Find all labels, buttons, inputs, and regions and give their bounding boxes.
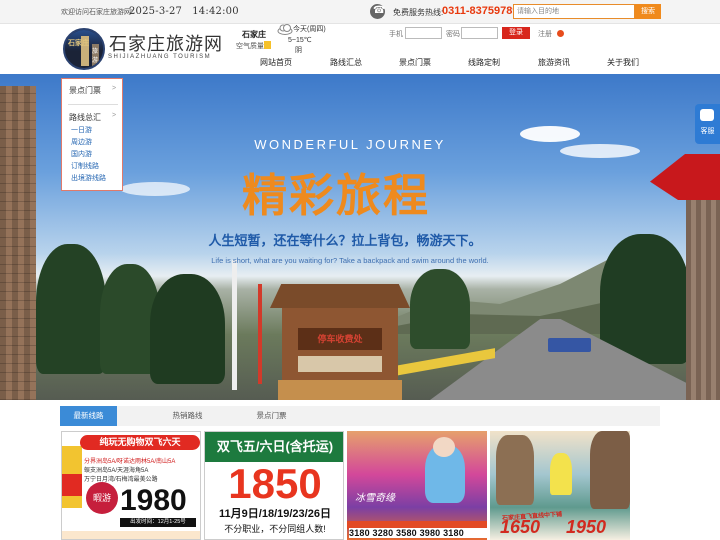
nav-custom[interactable]: 线路定制 (468, 57, 500, 68)
traveler-image (550, 453, 572, 495)
welcome-text: 欢迎访问石家庄旅游网! (61, 9, 133, 16)
site-subtitle: SHIJIAZHUANG TOURISM (108, 54, 212, 60)
phone-label: 手机 (389, 31, 403, 38)
nav-news[interactable]: 旅游资讯 (538, 57, 570, 68)
booth-sign: 停车收费处 (298, 328, 382, 350)
phone-input[interactable] (405, 27, 442, 39)
content-tabs: 最新线路 热销路线 景点门票 (60, 406, 660, 426)
hotline-label: 免费服务热线: (393, 8, 444, 17)
dropdown-link-day-trip[interactable]: 一日游 (71, 125, 92, 135)
date-time: 2025-3-27 14:42:00 (129, 6, 239, 17)
hotline-number: 0311-83759789 (442, 5, 519, 17)
weather-day: 今天(周四) (293, 26, 326, 33)
logo-text-1: 石家庄 (68, 40, 89, 47)
air-quality-label: 空气质量: (236, 43, 266, 50)
dropdown-link-nearby[interactable]: 周边游 (71, 137, 92, 147)
weather-city: 石家庄 (242, 30, 266, 39)
password-input[interactable] (461, 27, 498, 39)
card-title: 冰雪奇缘 (355, 493, 395, 504)
banner-slogan-english: Life is short, what are you waiting for?… (211, 256, 489, 265)
site-name[interactable]: 石家庄旅游网 (109, 30, 223, 56)
cloud-icon (277, 24, 293, 35)
login-button[interactable]: 登录 (502, 27, 530, 39)
register-link[interactable]: 注册 (538, 29, 552, 39)
toll-booth: 停车收费处 (270, 284, 410, 400)
dropdown-link-custom[interactable]: 订制线路 (71, 161, 99, 171)
card-price: 1950 (566, 517, 607, 537)
card-line: 蜈支洲岛5A/天涯海角5A (84, 468, 149, 474)
customer-service-label: 客服 (700, 128, 715, 135)
nav-about[interactable]: 关于我们 (607, 57, 639, 68)
tab-latest[interactable]: 最新线路 (60, 406, 117, 426)
nav-tickets[interactable]: 景点门票 (399, 57, 431, 68)
top-bar: 欢迎访问石家庄旅游网! 2025-3-27 14:42:00 免费服务热线: 0… (0, 0, 720, 24)
nav-home[interactable]: 网站首页 (260, 57, 292, 68)
dropdown-link-outbound[interactable]: 出境游线路 (71, 173, 106, 183)
route-card[interactable]: 石家庄直飞直线中下铺 1650 1950 (490, 431, 630, 540)
card-date: 出发时间：12月1-25号 (120, 518, 196, 527)
card-line: 万宁日月湾/石梅湾最美公路 (84, 477, 158, 483)
category-dropdown: 景点门票 > 路线总汇 > 一日游 周边游 国内游 订制线路 出境游线路 (61, 78, 123, 191)
card-header: 纯玩无购物双飞六天 (80, 435, 200, 450)
card-price: 1650 (500, 517, 541, 537)
route-card[interactable]: 双飞五/六日(含托运) 1850 11月9日/18/19/23/26日 不分职业… (204, 431, 344, 540)
card-badge: 暇游 (86, 482, 118, 514)
weather-temp: 5~15℃ (288, 37, 312, 44)
tab-tickets[interactable]: 景点门票 (244, 406, 299, 426)
card-line: 分界洲岛5A/呀诺达雨林5A/南山5A (84, 459, 176, 465)
customer-service-tab[interactable]: 客服 (695, 104, 720, 144)
bus (548, 338, 591, 352)
banner-slogan: 人生短暂，还在等什么？拉上背包，畅游天下。 (208, 233, 482, 248)
card-prices: 3180 3280 3580 3980 3180 (349, 528, 487, 538)
password-label: 密码 (446, 31, 460, 38)
air-quality-badge (264, 41, 271, 49)
dropdown-link-domestic[interactable]: 国内游 (71, 149, 92, 159)
right-tower (686, 186, 720, 400)
route-card[interactable]: 冰雪奇缘 3180 3280 3580 3980 3180 (347, 431, 487, 540)
chevron-right-icon: > (112, 85, 117, 92)
card-price: 1850 (228, 460, 322, 507)
time-text: 14:42:00 (192, 6, 239, 17)
tab-hot[interactable]: 热销路线 (160, 406, 215, 426)
logo[interactable]: 石家庄 旅游 (63, 28, 105, 70)
nav-routes[interactable]: 路线汇总 (330, 57, 362, 68)
chat-icon (700, 109, 714, 121)
weibo-icon[interactable] (557, 30, 564, 37)
logo-text-2: 旅游 (92, 49, 99, 64)
route-card[interactable]: 纯玩无购物双飞六天 分界洲岛5A/呀诺达雨林5A/南山5A 蜈支洲岛5A/天涯海… (61, 431, 201, 540)
chevron-right-icon: > (112, 112, 117, 119)
dropdown-tickets[interactable]: 景点门票 (69, 85, 101, 96)
date-text: 2025-3-27 (129, 6, 183, 17)
dropdown-routes[interactable]: 路线总汇 (69, 112, 101, 123)
card-date: 11月9日/18/19/23/26日 (219, 508, 331, 520)
card-footer: 不分职业，不分同组人数! (224, 524, 326, 534)
phone-icon (370, 4, 385, 19)
card-header: 双飞五/六日(含托运) (205, 432, 343, 462)
search-input[interactable] (513, 4, 635, 19)
weather-condition: 阴 (295, 47, 302, 54)
card-price: 1980 (120, 484, 187, 517)
search-button[interactable]: 搜索 (635, 4, 661, 19)
